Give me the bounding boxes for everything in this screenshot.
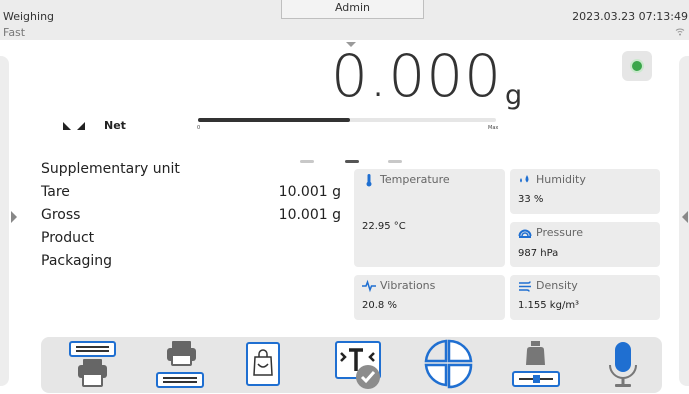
capacity-min-label: 0 (197, 125, 201, 131)
user-tab[interactable]: Admin (281, 0, 424, 19)
weight-unit[interactable]: g (505, 80, 522, 111)
vibrations-widget[interactable]: Vibrations 20.8 % (354, 275, 505, 320)
packaging-button[interactable] (245, 337, 315, 393)
print-footer-icon (156, 341, 204, 388)
info-label: Packaging (41, 253, 113, 269)
page-dot[interactable] (388, 160, 402, 163)
info-row-product: Product (41, 230, 341, 253)
info-label: Supplementary unit (41, 161, 180, 177)
datetime: 2023.03.23 07:13:49 (572, 10, 688, 23)
capacity-bar-fill (198, 118, 350, 122)
weight-reading: 0.000 (331, 42, 503, 110)
statistics-icon (424, 339, 473, 389)
print-header-icon (69, 341, 116, 387)
widget-title: Humidity (536, 173, 586, 186)
tare-check-icon (335, 341, 381, 389)
capacity-max-label: Max (488, 125, 499, 131)
density-widget[interactable]: Density 1.155 kg/m³ (510, 275, 660, 320)
left-side-panel[interactable] (0, 56, 9, 386)
widget-title: Density (536, 279, 578, 292)
packaging-icon (246, 342, 280, 386)
voice-button[interactable] (598, 337, 668, 393)
widget-title: Pressure (536, 226, 583, 239)
page-dot[interactable] (300, 160, 314, 163)
chevron-right-icon[interactable] (11, 211, 17, 223)
humidity-widget[interactable]: Humidity 33 % (510, 169, 660, 214)
print-header-button[interactable] (67, 337, 137, 393)
stability-marker-icon (63, 122, 85, 130)
wifi-icon (675, 28, 685, 36)
statistics-button[interactable] (422, 337, 492, 393)
page-dot-active[interactable] (345, 160, 359, 163)
droplets-icon (520, 175, 529, 183)
widget-value: 1.155 kg/m³ (518, 300, 580, 311)
info-value: 10.001 g (278, 184, 341, 200)
print-footer-button[interactable] (154, 337, 224, 393)
adjustment-icon (512, 341, 560, 387)
net-label: Net (104, 119, 126, 132)
info-value: 10.001 g (278, 207, 341, 223)
mode-label[interactable]: Weighing (3, 10, 54, 23)
widget-value: 22.95 °C (362, 221, 406, 232)
stability-status-button[interactable] (622, 51, 652, 81)
page-indicator[interactable] (300, 160, 404, 164)
info-label: Product (41, 230, 95, 246)
widget-value: 20.8 % (362, 300, 397, 311)
thermometer-icon (366, 174, 372, 187)
widget-title: Vibrations (380, 279, 436, 292)
info-label: Gross (41, 207, 81, 223)
function-toolbar (41, 337, 662, 393)
status-bar: Weighing Fast Admin 2023.03.23 07:13:49 (0, 0, 689, 40)
tare-check-button[interactable] (334, 337, 404, 393)
capacity-bar (198, 118, 496, 122)
gauge-icon (518, 229, 532, 238)
info-row-tare: Tare 10.001 g (41, 184, 341, 207)
info-panel: Supplementary unit Tare 10.001 g Gross 1… (41, 161, 341, 276)
chevron-left-icon[interactable] (682, 211, 688, 223)
adjustment-button[interactable] (510, 337, 580, 393)
widget-value: 33 % (518, 194, 544, 205)
user-label: Admin (334, 1, 371, 14)
info-label: Tare (41, 184, 70, 200)
microphone-icon (609, 342, 637, 387)
widget-value: 987 hPa (518, 248, 559, 259)
info-row-gross: Gross 10.001 g (41, 207, 341, 230)
pressure-widget[interactable]: Pressure 987 hPa (510, 222, 660, 267)
submode-label: Fast (3, 26, 26, 39)
vibration-icon (362, 279, 376, 293)
info-row-packaging: Packaging (41, 253, 341, 276)
widget-title: Temperature (380, 173, 450, 186)
temperature-widget[interactable]: Temperature 22.95 °C (354, 169, 505, 267)
density-icon (519, 281, 531, 292)
info-row-supplementary-unit: Supplementary unit (41, 161, 341, 184)
status-led-icon (632, 61, 642, 71)
